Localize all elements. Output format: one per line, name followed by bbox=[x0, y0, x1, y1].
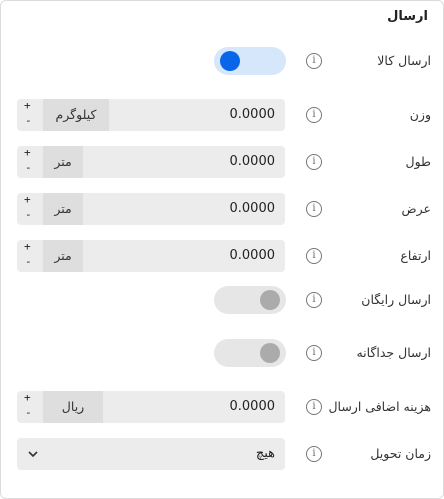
decrement-button[interactable]: - bbox=[25, 208, 32, 221]
width-label: عرض bbox=[401, 201, 431, 216]
increment-button[interactable]: + bbox=[24, 99, 31, 112]
weight-field[interactable]: + - کیلوگرم 0.0000 bbox=[17, 99, 285, 131]
length-input[interactable]: 0.0000 bbox=[230, 146, 276, 178]
length-field[interactable]: + - متر 0.0000 bbox=[17, 146, 285, 178]
weight-unit: کیلوگرم bbox=[43, 99, 109, 131]
increment-button[interactable]: + bbox=[24, 240, 31, 253]
increment-button[interactable]: + bbox=[24, 391, 31, 404]
info-icon[interactable]: i bbox=[306, 446, 322, 462]
delivery-time-select[interactable]: هیچ bbox=[17, 438, 285, 470]
info-icon[interactable]: i bbox=[306, 107, 322, 123]
extra-cost-label: هزینه اضافی ارسال bbox=[328, 399, 431, 414]
length-unit: متر bbox=[43, 146, 83, 178]
separate-shipping-label: ارسال جداگانه bbox=[356, 345, 431, 360]
width-stepper[interactable]: + - bbox=[17, 193, 41, 225]
shipping-panel: ارسال i ارسال کالا + - کیلوگرم 0.0000 i … bbox=[0, 0, 444, 499]
extra-cost-stepper[interactable]: + - bbox=[17, 391, 41, 423]
weight-label: وزن bbox=[409, 107, 431, 122]
section-title: ارسال bbox=[387, 9, 428, 24]
free-shipping-toggle[interactable] bbox=[214, 286, 286, 314]
height-unit: متر bbox=[43, 240, 83, 272]
separate-shipping-toggle[interactable] bbox=[214, 339, 286, 367]
width-field[interactable]: + - متر 0.0000 bbox=[17, 193, 285, 225]
length-stepper[interactable]: + - bbox=[17, 146, 41, 178]
decrement-button[interactable]: - bbox=[25, 255, 32, 268]
ship-item-label: ارسال کالا bbox=[377, 53, 431, 68]
length-label: طول bbox=[405, 154, 432, 169]
decrement-button[interactable]: - bbox=[25, 161, 32, 174]
toggle-knob bbox=[220, 51, 240, 71]
increment-button[interactable]: + bbox=[24, 193, 31, 206]
info-icon[interactable]: i bbox=[306, 399, 322, 415]
chevron-down-icon bbox=[28, 451, 38, 458]
delivery-time-value: هیچ bbox=[255, 446, 275, 461]
decrement-button[interactable]: - bbox=[25, 114, 32, 127]
height-stepper[interactable]: + - bbox=[17, 240, 41, 272]
extra-cost-field[interactable]: + - ریال 0.0000 bbox=[17, 391, 285, 423]
extra-cost-input[interactable]: 0.0000 bbox=[230, 391, 276, 423]
info-icon[interactable]: i bbox=[306, 201, 322, 217]
info-icon[interactable]: i bbox=[306, 292, 322, 308]
height-input[interactable]: 0.0000 bbox=[230, 240, 276, 272]
info-icon[interactable]: i bbox=[306, 53, 322, 69]
toggle-knob bbox=[260, 290, 280, 310]
height-field[interactable]: + - متر 0.0000 bbox=[17, 240, 285, 272]
info-icon[interactable]: i bbox=[306, 345, 322, 361]
width-input[interactable]: 0.0000 bbox=[230, 193, 276, 225]
weight-input[interactable]: 0.0000 bbox=[230, 99, 276, 131]
increment-button[interactable]: + bbox=[24, 146, 31, 159]
toggle-knob bbox=[260, 343, 280, 363]
free-shipping-label: ارسال رایگان bbox=[361, 292, 431, 307]
width-unit: متر bbox=[43, 193, 83, 225]
ship-item-toggle[interactable] bbox=[214, 47, 286, 75]
delivery-time-label: زمان تحویل bbox=[370, 446, 431, 461]
extra-cost-unit: ریال bbox=[43, 391, 103, 423]
info-icon[interactable]: i bbox=[306, 248, 322, 264]
weight-stepper[interactable]: + - bbox=[17, 99, 41, 131]
decrement-button[interactable]: - bbox=[25, 406, 32, 419]
height-label: ارتفاع bbox=[400, 248, 431, 263]
info-icon[interactable]: i bbox=[306, 154, 322, 170]
